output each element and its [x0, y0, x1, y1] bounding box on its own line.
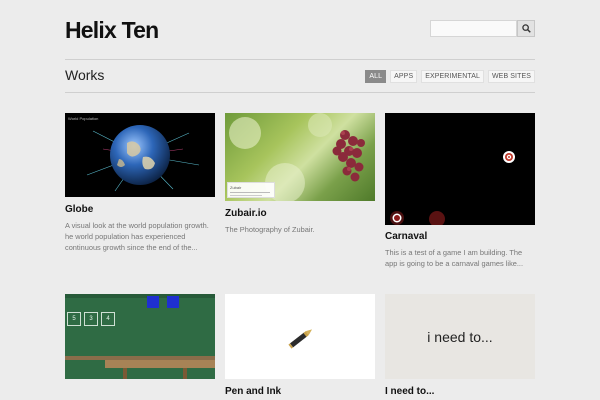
filter-web-sites[interactable]: Web Sites — [487, 70, 535, 83]
work-thumbnail-zubair[interactable]: Zubair — [225, 113, 375, 201]
search-input[interactable] — [430, 20, 517, 37]
search-button[interactable] — [517, 20, 535, 37]
globe-overlay-label: World Population — [68, 116, 99, 121]
number-tile[interactable]: 3 — [84, 312, 98, 326]
work-card-zubair: Zubair Zubair.io The Photography of Zuba… — [225, 113, 375, 235]
work-title[interactable]: Zubair.io — [225, 208, 375, 219]
page: Helix Ten Works All Apps Experimental We… — [65, 0, 535, 400]
work-description: The Photography of Zubair. — [225, 225, 315, 234]
section-divider — [65, 92, 535, 93]
work-thumbnail-i-need-to[interactable]: i need to... — [385, 294, 535, 379]
header-divider — [65, 59, 535, 60]
work-title[interactable]: I need to... — [385, 386, 535, 397]
zubair-overlay: Zubair — [227, 182, 275, 198]
work-thumbnail-globe[interactable]: World Population — [65, 113, 215, 197]
number-tile[interactable]: 5 — [67, 312, 81, 326]
work-description: This is a test of a game I am building. … — [385, 248, 524, 268]
work-thumbnail-carnaval[interactable] — [385, 113, 535, 225]
work-card-pen-and-ink: Pen and Ink — [225, 294, 375, 397]
pen-icon — [225, 294, 375, 379]
chalkboard-image — [65, 294, 215, 379]
work-card-globe: World Population Globe A visual look at … — [65, 113, 215, 253]
work-title[interactable]: Carnaval — [385, 231, 535, 242]
filter-apps[interactable]: Apps — [390, 70, 418, 83]
section-title: Works — [65, 67, 105, 83]
number-tile[interactable]: 4 — [101, 312, 115, 326]
thumbnail-text: i need to... — [427, 328, 493, 345]
work-title[interactable]: Globe — [65, 204, 215, 215]
work-description: A visual look at the world population gr… — [65, 221, 209, 252]
search-form — [430, 20, 535, 37]
work-title[interactable]: Pen and Ink — [225, 386, 375, 397]
work-card-carnaval: Carnaval This is a test of a game I am b… — [385, 113, 535, 269]
filter-all[interactable]: All — [365, 70, 387, 83]
search-icon — [521, 24, 531, 33]
globe-image — [65, 113, 215, 197]
filter-experimental[interactable]: Experimental — [421, 70, 484, 83]
zubair-overlay-label: Zubair — [230, 185, 242, 190]
carnaval-game-image — [385, 113, 535, 225]
work-thumbnail-pen-and-ink[interactable] — [225, 294, 375, 379]
work-card-i-need-to: i need to... I need to... — [385, 294, 535, 397]
filter-bar: All Apps Experimental Web Sites — [365, 70, 535, 83]
work-card-chalkboard: 5 3 4 — [65, 294, 215, 386]
work-thumbnail-chalkboard[interactable]: 5 3 4 — [65, 294, 215, 379]
number-tiles: 5 3 4 — [67, 312, 115, 326]
site-title[interactable]: Helix Ten — [65, 17, 159, 44]
